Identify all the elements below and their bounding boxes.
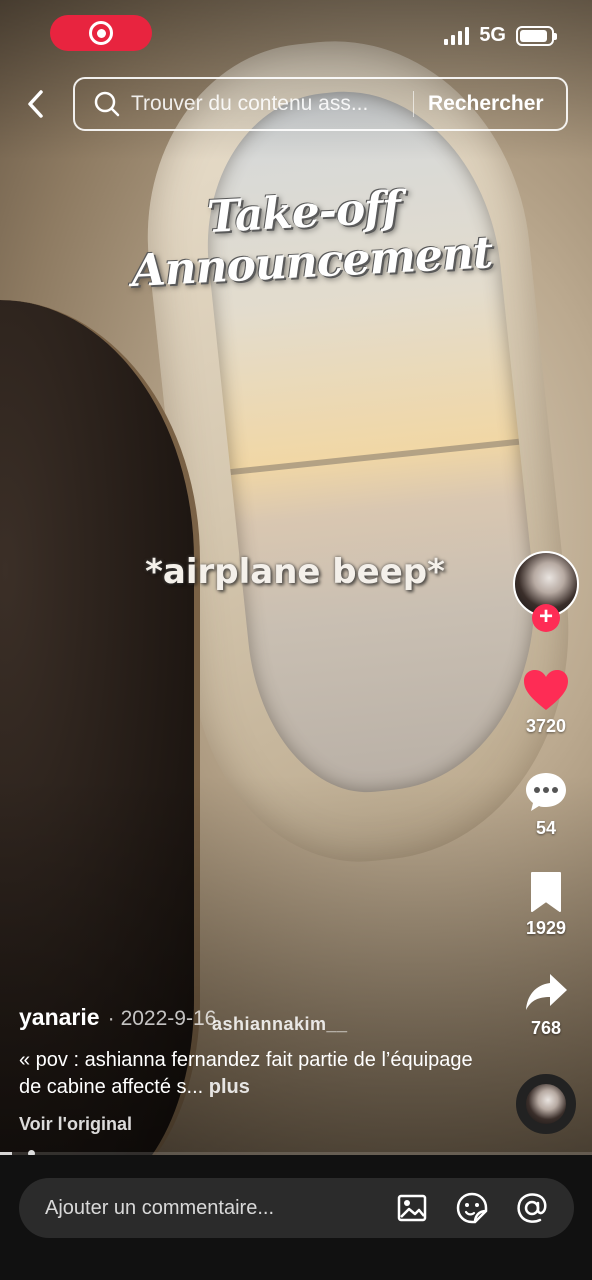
save-count: 1929: [525, 918, 567, 938]
follow-button[interactable]: +: [532, 604, 560, 632]
screen-recording-indicator[interactable]: [50, 15, 152, 51]
video-player[interactable]: Take-off Announcement *airplane beep*: [0, 0, 592, 1155]
comment-icon: [526, 773, 566, 811]
search-divider: [413, 91, 414, 117]
search-bar[interactable]: Trouver du contenu ass... Rechercher: [73, 77, 568, 131]
search-button[interactable]: Rechercher: [428, 92, 544, 116]
post-caption[interactable]: « pov : ashianna fernandez fait partie d…: [19, 1047, 489, 1101]
battery-icon: [516, 25, 557, 46]
video-overlay-title: Take-off Announcement: [128, 179, 493, 297]
comment-count: 54: [535, 818, 557, 838]
battery-level: [520, 29, 547, 42]
comment-bar: Ajouter un commentaire...: [0, 1155, 592, 1280]
network-type: 5G: [479, 24, 506, 46]
search-icon: [94, 91, 120, 117]
search-input[interactable]: Trouver du contenu ass...: [131, 92, 401, 116]
back-icon: [28, 90, 43, 118]
more-link[interactable]: plus: [209, 1076, 250, 1098]
image-icon[interactable]: [394, 1190, 430, 1226]
back-button[interactable]: [18, 84, 54, 124]
author-name[interactable]: yanarie: [19, 1004, 100, 1031]
share-count: 768: [530, 1018, 562, 1038]
video-overlay-text: *airplane beep*: [145, 552, 445, 592]
comment-button[interactable]: 54: [516, 770, 576, 839]
like-button[interactable]: 3720: [516, 668, 576, 737]
record-icon: [89, 21, 113, 45]
author-line: yanarie · 2022-9-16: [19, 1004, 216, 1031]
status-bar: 5G: [444, 24, 557, 47]
sound-disc[interactable]: [516, 1074, 576, 1134]
save-button[interactable]: 1929: [516, 870, 576, 939]
share-button[interactable]: 768: [516, 970, 576, 1039]
signal-icon: [444, 26, 470, 45]
view-original-link[interactable]: Voir l'original: [19, 1114, 132, 1135]
comment-placeholder: Ajouter un commentaire...: [45, 1196, 274, 1219]
date-separator: ·: [107, 1007, 115, 1030]
share-icon: [526, 974, 567, 1010]
post-date: 2022-9-16: [120, 1007, 217, 1030]
comment-input[interactable]: Ajouter un commentaire...: [19, 1178, 574, 1238]
horizon: [230, 438, 520, 476]
like-count: 3720: [525, 716, 567, 736]
video-watermark: ashiannakim__: [212, 1014, 348, 1034]
mention-icon[interactable]: [514, 1190, 550, 1226]
emoji-icon[interactable]: [454, 1190, 490, 1226]
bookmark-icon: [531, 872, 561, 912]
heart-icon: [524, 670, 568, 710]
